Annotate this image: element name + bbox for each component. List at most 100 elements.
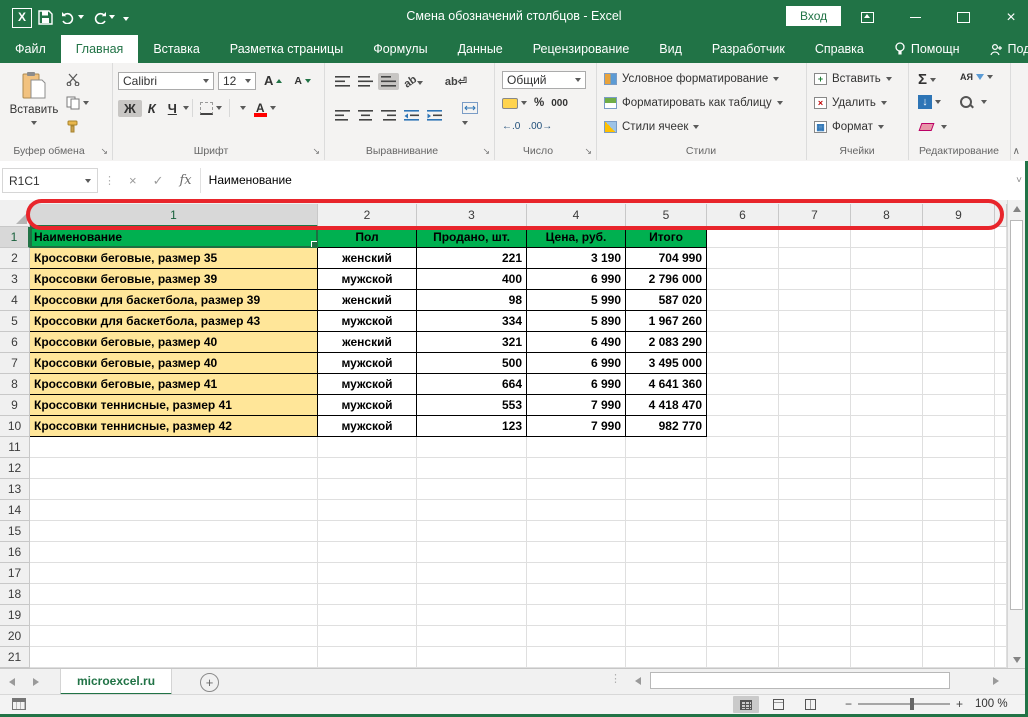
column-header-6[interactable]: 6 [707, 204, 779, 227]
cell-R16C2[interactable] [318, 542, 417, 563]
row-header-12[interactable]: 12 [0, 458, 30, 479]
cell-R18C1[interactable] [30, 584, 318, 605]
cell-R20C3[interactable] [417, 626, 527, 647]
cell-R8C5[interactable]: 4 641 360 [626, 374, 707, 395]
cell-R17C3[interactable] [417, 563, 527, 584]
cell-R10C8[interactable] [851, 416, 923, 437]
next-sheet-button[interactable] [24, 669, 48, 695]
sort-filter-button[interactable]: АЯ [960, 73, 993, 81]
cell-R18C5[interactable] [626, 584, 707, 605]
select-all-button[interactable] [0, 204, 30, 227]
font-name-select[interactable]: Calibri [118, 72, 214, 90]
cell-R20C2[interactable] [318, 626, 417, 647]
cell-R18C2[interactable] [318, 584, 417, 605]
format-painter-button[interactable] [62, 118, 93, 135]
name-box[interactable]: R1C1 [2, 168, 98, 193]
conditional-formatting-button[interactable]: Условное форматирование [604, 73, 779, 85]
cell-R12C3[interactable] [417, 458, 527, 479]
formula-input[interactable]: Наименование [200, 168, 1010, 193]
cell-R11C1[interactable] [30, 437, 318, 458]
column-header-5[interactable]: 5 [626, 204, 707, 227]
tab-share[interactable]: Поделиться [975, 35, 1028, 63]
insert-function-button[interactable]: fx [172, 173, 200, 188]
normal-view-button[interactable] [733, 696, 759, 713]
row-header-11[interactable]: 11 [0, 437, 30, 458]
cell-R11C3[interactable] [417, 437, 527, 458]
cell-R20C5[interactable] [626, 626, 707, 647]
cell-R16C8[interactable] [851, 542, 923, 563]
cell-R5C6[interactable] [707, 311, 779, 332]
page-break-view-button[interactable] [797, 696, 823, 713]
row-header-7[interactable]: 7 [0, 353, 30, 374]
cell-R11C6[interactable] [707, 437, 779, 458]
cell-R17C4[interactable] [527, 563, 626, 584]
cell-R2C2[interactable]: женский [318, 248, 417, 269]
cell-R13C9[interactable] [923, 479, 995, 500]
cell-R13C6[interactable] [707, 479, 779, 500]
align-middle-button[interactable] [355, 73, 376, 90]
cell-R21C1[interactable] [30, 647, 318, 668]
cell-R1C2[interactable]: Пол [318, 227, 417, 248]
cell-R6C3[interactable]: 321 [417, 332, 527, 353]
cell-R12C6[interactable] [707, 458, 779, 479]
horizontal-scrollbar-thumb[interactable] [650, 672, 950, 689]
wrap-text-button[interactable]: ab⏎ [442, 71, 470, 91]
cell-R1C3[interactable]: Продано, шт. [417, 227, 527, 248]
cell-R20C9[interactable] [923, 626, 995, 647]
cell-R6C9[interactable] [923, 332, 995, 353]
cell-R17C5[interactable] [626, 563, 707, 584]
column-header-2[interactable]: 2 [318, 204, 417, 227]
cell-R16C4[interactable] [527, 542, 626, 563]
cell-R15C8[interactable] [851, 521, 923, 542]
cell-R14C7[interactable] [779, 500, 851, 521]
cell-R14C5[interactable] [626, 500, 707, 521]
namebox-splitter[interactable]: ⋮ [98, 174, 121, 187]
cell-R20C4[interactable] [527, 626, 626, 647]
row-header-19[interactable]: 19 [0, 605, 30, 626]
column-header-8[interactable]: 8 [851, 204, 923, 227]
cell-R1C5[interactable]: Итого [626, 227, 707, 248]
percent-style-button[interactable]: % [534, 97, 544, 109]
cell-R4C4[interactable]: 5 990 [527, 290, 626, 311]
tab-вставка[interactable]: Вставка [138, 35, 214, 63]
cell-R7C1[interactable]: Кроссовки беговые, размер 40 [30, 353, 318, 374]
cell-R13C7[interactable] [779, 479, 851, 500]
cell-R5C9[interactable] [923, 311, 995, 332]
font-size-select[interactable]: 12 [218, 72, 256, 90]
cell-R18C7[interactable] [779, 584, 851, 605]
cell-R6C6[interactable] [707, 332, 779, 353]
cell-R5C2[interactable]: мужской [318, 311, 417, 332]
cell-R9C6[interactable] [707, 395, 779, 416]
cell-R11C9[interactable] [923, 437, 995, 458]
scroll-down-button[interactable] [1008, 651, 1026, 668]
cell-R19C8[interactable] [851, 605, 923, 626]
align-left-button[interactable] [332, 107, 353, 124]
cell-R18C3[interactable] [417, 584, 527, 605]
format-as-table-button[interactable]: Форматировать как таблицу [604, 97, 783, 109]
cell-R16C6[interactable] [707, 542, 779, 563]
cell-R3C3[interactable]: 400 [417, 269, 527, 290]
row-header-20[interactable]: 20 [0, 626, 30, 647]
cell-R7C7[interactable] [779, 353, 851, 374]
cell-R12C2[interactable] [318, 458, 417, 479]
cell-R1C9[interactable] [923, 227, 995, 248]
row-header-17[interactable]: 17 [0, 563, 30, 584]
align-center-button[interactable] [355, 107, 376, 124]
tab-данные[interactable]: Данные [443, 35, 518, 63]
cell-R16C9[interactable] [923, 542, 995, 563]
cell-R16C7[interactable] [779, 542, 851, 563]
scroll-right-button[interactable] [986, 671, 1006, 691]
dialog-launcher-icon[interactable]: ↘ [482, 147, 490, 156]
cell-R17C1[interactable] [30, 563, 318, 584]
row-header-10[interactable]: 10 [0, 416, 30, 437]
vertical-scrollbar[interactable] [1007, 200, 1026, 668]
tab-рецензирование[interactable]: Рецензирование [518, 35, 645, 63]
insert-cells-button[interactable]: + Вставить [814, 73, 892, 85]
cell-R7C8[interactable] [851, 353, 923, 374]
cell-R6C2[interactable]: женский [318, 332, 417, 353]
cut-button[interactable] [62, 71, 93, 88]
cell-R2C7[interactable] [779, 248, 851, 269]
cell-R8C7[interactable] [779, 374, 851, 395]
cell-R12C7[interactable] [779, 458, 851, 479]
cell-R5C4[interactable]: 5 890 [527, 311, 626, 332]
